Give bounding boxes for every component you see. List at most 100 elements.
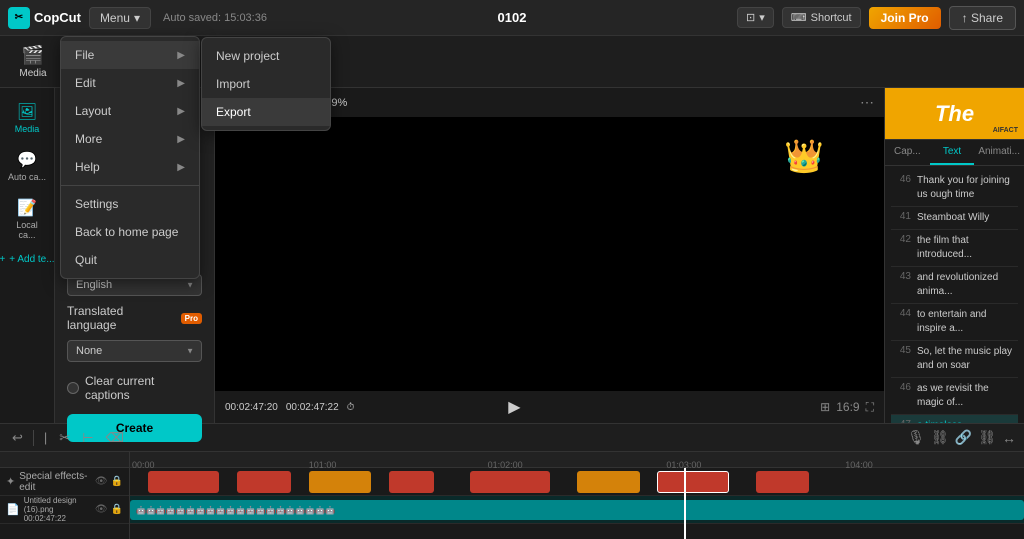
link-icon[interactable]: ⛓ [931, 429, 949, 446]
local-captions-label: Local ca... [7, 220, 47, 240]
cut-button[interactable]: | [40, 428, 51, 447]
track2-lock[interactable]: 🔒 [111, 504, 123, 515]
sidebar-item-local-captions[interactable]: 📝 Local ca... [3, 192, 51, 246]
track2-row: 🤖🤖🤖🤖🤖🤖🤖🤖🤖🤖🤖🤖🤖🤖🤖🤖🤖🤖🤖🤖 [130, 496, 1024, 524]
submenu-import[interactable]: Import [202, 70, 330, 98]
menu-item-quit[interactable]: Quit [61, 246, 199, 274]
local-captions-icon: 📝 [17, 198, 37, 218]
caption-row-44[interactable]: 44 to entertain and inspire a... [891, 304, 1018, 341]
caption-num: 42 [893, 234, 911, 262]
track1-name: Special effects- edit [19, 471, 91, 493]
app-logo: ✂ CopCut [8, 7, 81, 29]
submenu-new-project[interactable]: New project [202, 42, 330, 70]
sidebar-item-auto-captions[interactable]: 💬 Auto ca... [3, 144, 51, 188]
menu-item-settings[interactable]: Settings [61, 190, 199, 218]
clip-r1[interactable] [148, 471, 220, 493]
new-project-label: New project [216, 49, 279, 63]
caption-row-47[interactable]: 47 a timeless masterpiece th... y! [891, 415, 1018, 423]
audio-link-icon[interactable]: 🔗 [955, 429, 972, 446]
caption-row-43[interactable]: 43 and revolutionized anima... [891, 267, 1018, 304]
logo-text: CopCut [34, 10, 81, 25]
caption-text: to entertain and inspire a... [917, 308, 1016, 336]
join-pro-button[interactable]: Join Pro [869, 7, 941, 29]
clip-r2[interactable] [237, 471, 291, 493]
split-button[interactable]: ✂ [55, 428, 74, 448]
tl-sep1 [33, 430, 34, 446]
delete-button[interactable]: ⌫ [102, 428, 128, 448]
shortcut-label: Shortcut [811, 12, 852, 24]
caption-row-41[interactable]: 41 Steamboat Willy [891, 207, 1018, 230]
edit-label: Edit [75, 76, 96, 90]
clip-r6[interactable] [577, 471, 640, 493]
caption-text: Thank you for joining us ough time [917, 174, 1016, 202]
mic-icon[interactable]: 🎙 [907, 429, 925, 446]
clip-r4[interactable] [389, 471, 434, 493]
track2-avatars: 🤖🤖🤖🤖🤖🤖🤖🤖🤖🤖🤖🤖🤖🤖🤖🤖🤖🤖🤖🤖 [136, 506, 335, 515]
caption-row-42[interactable]: 42 the film that introduced... [891, 230, 1018, 267]
help-chevron-icon: ▶ [177, 162, 185, 173]
timeline-ruler: 00:00 101:00 01:02:00 01:03:00 104:00 [130, 452, 1024, 468]
menu-item-edit[interactable]: Edit ▶ [61, 69, 199, 97]
file-label: File [75, 48, 94, 62]
caption-text: as we revisit the magic of... [917, 382, 1016, 410]
caption-row-46b[interactable]: 46 as we revisit the magic of... [891, 378, 1018, 415]
project-title: 0102 [498, 10, 527, 25]
extend-icon[interactable]: ↔ [1002, 430, 1016, 446]
clip-r5[interactable] [470, 471, 550, 493]
sidebar-item-media[interactable]: 🖼 Media [3, 96, 51, 140]
track2-eye[interactable]: 👁 [95, 504, 108, 515]
more-chevron-icon: ▶ [177, 134, 185, 145]
fullscreen-icon[interactable]: ⛶ [866, 400, 874, 415]
undo-button[interactable]: ↩ [8, 428, 27, 448]
ruler-header [0, 452, 129, 468]
clip-r3[interactable] [309, 471, 372, 493]
shortcut-button[interactable]: ⌨ Shortcut [782, 7, 861, 28]
auto-captions-icon: 💬 [17, 150, 37, 170]
clear-captions-checkbox[interactable] [67, 382, 79, 394]
help-label: Help [75, 160, 100, 174]
track2-clip-main[interactable]: 🤖🤖🤖🤖🤖🤖🤖🤖🤖🤖🤖🤖🤖🤖🤖🤖🤖🤖🤖🤖 [130, 500, 1024, 520]
translated-language-select[interactable]: None [67, 340, 202, 362]
caption-row-46a[interactable]: 46 Thank you for joining us ough time [891, 170, 1018, 207]
clip-r8[interactable] [756, 471, 810, 493]
add-text-button[interactable]: + + Add te... [0, 250, 61, 269]
tab-captions[interactable]: Cap... [885, 140, 930, 165]
menu-item-layout[interactable]: Layout ▶ [61, 97, 199, 125]
menu-item-more[interactable]: More ▶ [61, 125, 199, 153]
submenu-export[interactable]: Export [202, 98, 330, 126]
media-icon: 🎬 [22, 45, 44, 66]
tab-text[interactable]: Text [930, 140, 975, 165]
clear-captions-label: Clear current captions [85, 374, 202, 402]
timeline-track-headers: ✦ Special effects- edit 👁 🔒 📄 Untitled d… [0, 452, 130, 539]
clear-captions-row[interactable]: Clear current captions [67, 374, 202, 402]
monitor-button[interactable]: ⊡ ▾ [737, 7, 774, 28]
track1-lock[interactable]: 🔒 [111, 476, 123, 487]
unlink-icon[interactable]: ⛓ [978, 429, 996, 446]
track1-eye[interactable]: 👁 [95, 476, 108, 487]
ratio-icon[interactable]: 16:9 [836, 400, 859, 415]
menu-item-file[interactable]: File ▶ New project Import Export [61, 41, 199, 69]
playhead[interactable] [684, 468, 686, 539]
translated-language-wrapper: None [67, 340, 202, 362]
layout-chevron-icon: ▶ [177, 106, 185, 117]
menu-item-help[interactable]: Help ▶ [61, 153, 199, 181]
tool-media[interactable]: 🎬 Media [8, 41, 58, 83]
player-menu-icon[interactable]: ⋯ [860, 94, 874, 111]
player-canvas[interactable]: 👑 [215, 117, 884, 391]
menu-button[interactable]: Menu ▾ [89, 7, 151, 29]
menu-chevron-icon: ▾ [134, 11, 140, 25]
caption-row-45[interactable]: 45 So, let the music play and on soar [891, 341, 1018, 378]
crop-button[interactable]: ⊢ [78, 428, 97, 448]
export-label: Export [216, 105, 251, 119]
tab-animations[interactable]: Animati... [974, 140, 1024, 165]
track1-header: ✦ Special effects- edit 👁 🔒 [0, 468, 129, 496]
fit-icon[interactable]: ⊞ [820, 400, 830, 415]
menu-label: Menu [100, 11, 130, 25]
track1-icon: ✦ [6, 475, 15, 488]
autosave-status: Auto saved: 15:03:36 [163, 12, 267, 24]
play-button[interactable]: ▶ [508, 397, 520, 417]
clip-r7[interactable] [657, 471, 729, 493]
menu-item-home[interactable]: Back to home page [61, 218, 199, 246]
file-chevron-icon: ▶ [177, 50, 185, 61]
share-button[interactable]: ↑ Share [949, 6, 1016, 30]
